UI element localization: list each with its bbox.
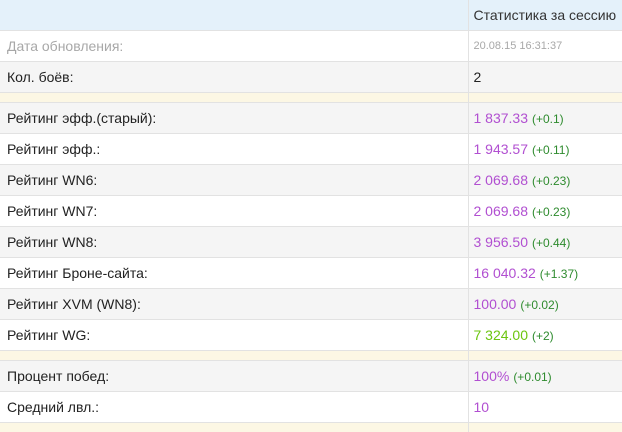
section-separator xyxy=(0,350,622,361)
winrate-value: 100% xyxy=(473,368,510,384)
header-session-stats: Статистика за сессию xyxy=(468,0,622,31)
rating-value: 7 324.00 xyxy=(473,327,529,343)
section-separator xyxy=(0,92,622,103)
rating-value: 100.00 xyxy=(473,296,517,312)
rating-value: 2 069.68 xyxy=(473,172,529,188)
rating-row: Рейтинг эфф.(старый): 1 837.33 (+0.1) xyxy=(0,102,622,134)
updated-row: Дата обновления: 20.08.15 16:31:37 xyxy=(0,30,622,62)
avg-level-value: 10 xyxy=(473,399,490,415)
avg-level-label: Средний лвл.: xyxy=(0,391,469,423)
rating-label: Рейтинг WN8: xyxy=(0,226,469,258)
winrate-row: Процент побед: 100% (+0.01) xyxy=(0,360,622,392)
rating-row: Рейтинг XVM (WN8): 100.00 (+0.02) xyxy=(0,288,622,320)
rating-delta: (+0.44) xyxy=(532,236,571,250)
rating-label: Рейтинг XVM (WN8): xyxy=(0,288,469,320)
rating-value: 3 956.50 xyxy=(473,234,529,250)
header-label-cell xyxy=(0,0,469,31)
battles-row: Кол. боёв: 2 xyxy=(0,61,622,93)
rating-value: 2 069.68 xyxy=(473,203,529,219)
rating-label: Рейтинг WN6: xyxy=(0,164,469,196)
avg-level-row: Средний лвл.: 10 xyxy=(0,391,622,423)
rating-row: Рейтинг WG: 7 324.00 (+2) xyxy=(0,319,622,351)
rating-delta: (+0.1) xyxy=(532,112,564,126)
table-header-row: Статистика за сессию xyxy=(0,0,622,31)
updated-value: 20.08.15 16:31:37 xyxy=(468,30,622,62)
rating-label: Рейтинг WN7: xyxy=(0,195,469,227)
rating-row: Рейтинг Броне-сайта: 16 040.32 (+1.37) xyxy=(0,257,622,289)
rating-row: Рейтинг WN7: 2 069.68 (+0.23) xyxy=(0,195,622,227)
rating-delta: (+0.23) xyxy=(532,174,571,188)
rating-label: Рейтинг Броне-сайта: xyxy=(0,257,469,289)
rating-delta: (+0.11) xyxy=(532,143,570,157)
rating-row: Рейтинг WN6: 2 069.68 (+0.23) xyxy=(0,164,622,196)
rating-delta: (+0.02) xyxy=(520,298,559,312)
rating-row: Рейтинг WN8: 3 956.50 (+0.44) xyxy=(0,226,622,258)
section-separator xyxy=(0,422,622,432)
rating-row: Рейтинг эфф.: 1 943.57 (+0.11) xyxy=(0,133,622,165)
rating-value: 1 943.57 xyxy=(473,141,529,157)
updated-label: Дата обновления: xyxy=(0,30,469,62)
rating-delta: (+1.37) xyxy=(539,267,579,281)
rating-delta: (+0.23) xyxy=(532,205,571,219)
rating-label: Рейтинг эфф.(старый): xyxy=(0,102,469,134)
session-stats-table: Статистика за сессию Дата обновления: 20… xyxy=(0,0,622,432)
battles-value: 2 xyxy=(473,69,482,85)
winrate-delta: (+0.01) xyxy=(513,370,552,384)
winrate-label: Процент побед: xyxy=(0,360,469,392)
rating-delta: (+2) xyxy=(532,329,554,343)
rating-label: Рейтинг WG: xyxy=(0,319,469,351)
battles-label: Кол. боёв: xyxy=(0,61,469,93)
rating-value: 1 837.33 xyxy=(473,110,529,126)
rating-value: 16 040.32 xyxy=(473,265,536,281)
rating-label: Рейтинг эфф.: xyxy=(0,133,469,165)
